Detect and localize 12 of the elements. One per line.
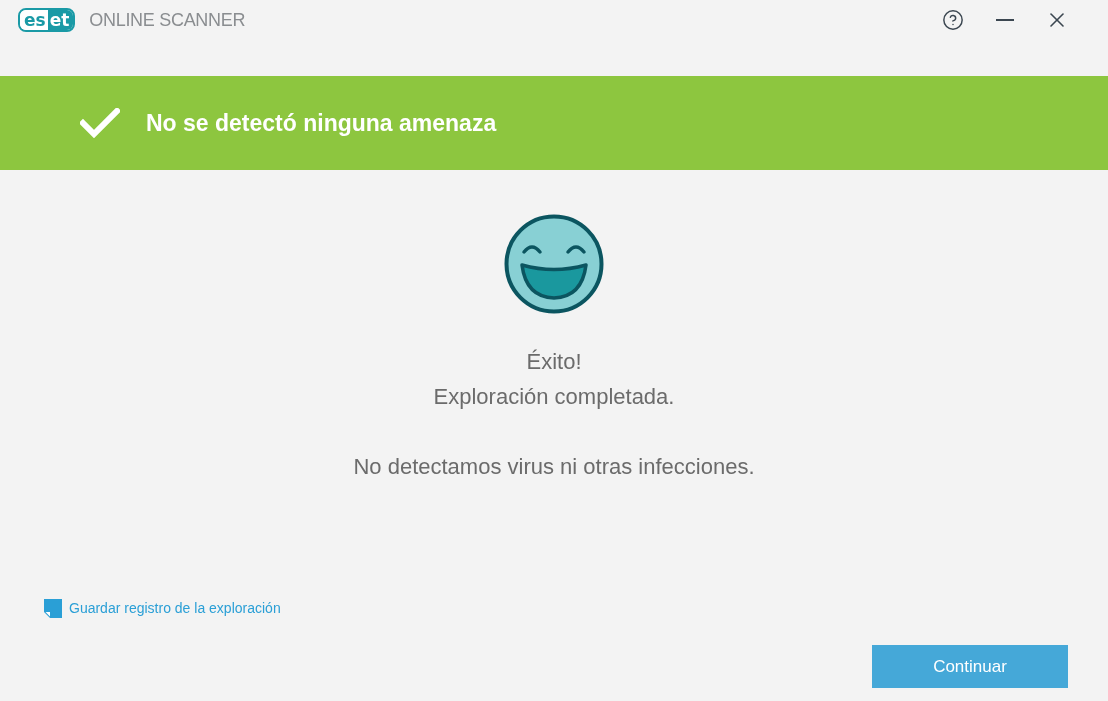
continue-button[interactable]: Continuar (872, 645, 1068, 688)
result-text: Éxito! (526, 348, 582, 376)
product-name: ONLINE SCANNER (89, 9, 246, 31)
save-log-link[interactable]: Guardar registro de la exploración (69, 600, 281, 616)
smiley-face-icon (504, 214, 604, 314)
minimize-icon (996, 19, 1014, 21)
checkmark-icon (80, 108, 120, 138)
banner-title: No se detectó ninguna amenaza (146, 109, 497, 137)
result-message: No detectamos virus ni otras infecciones. (353, 453, 755, 481)
help-icon (942, 9, 964, 31)
document-icon (44, 598, 62, 618)
result-text: Exploración completada. (433, 383, 675, 411)
